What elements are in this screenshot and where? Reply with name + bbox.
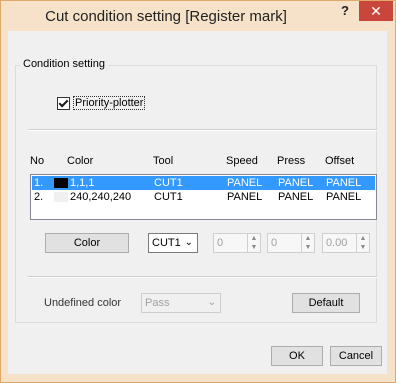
undefined-color-value: Pass bbox=[145, 297, 170, 309]
header-offset: Offset bbox=[325, 155, 355, 167]
row-offset: PANEL bbox=[326, 177, 362, 189]
window-title: Cut condition setting [Register mark] bbox=[45, 8, 287, 25]
default-button[interactable]: Default bbox=[292, 293, 360, 313]
header-tool: Tool bbox=[153, 155, 174, 167]
chevron-down-icon: ⌄ bbox=[207, 297, 216, 308]
color-swatch bbox=[54, 178, 68, 188]
dialog-window: Cut condition setting [Register mark] ? … bbox=[0, 0, 396, 383]
ok-button[interactable]: OK bbox=[271, 346, 323, 366]
row-color: 1,1,1 bbox=[70, 177, 95, 189]
color-button[interactable]: Color bbox=[45, 233, 129, 253]
header-press: Press bbox=[277, 155, 306, 167]
offset-spinner[interactable]: 0.00 ▲ ▼ bbox=[322, 233, 370, 253]
row-press: PANEL bbox=[278, 177, 314, 189]
undefined-color-select[interactable]: Pass ⌄ bbox=[141, 293, 221, 313]
dialog-client-area: Condition setting Priority-plotter No Co… bbox=[8, 31, 387, 374]
row-color: 240,240,240 bbox=[70, 191, 132, 203]
tool-select-value: CUT1 bbox=[152, 237, 181, 249]
group-label: Condition setting bbox=[20, 58, 108, 70]
table-row[interactable]: 1. 1,1,1 CUT1 PANEL PANEL PANEL bbox=[32, 176, 375, 190]
row-no: 2. bbox=[34, 191, 44, 203]
chevron-down-icon: ⌄ bbox=[184, 237, 193, 248]
offset-value: 0.00 bbox=[326, 237, 348, 249]
check-icon bbox=[58, 97, 69, 107]
header-speed: Speed bbox=[226, 155, 258, 167]
title-bar[interactable]: Cut condition setting [Register mark] ? … bbox=[1, 1, 395, 31]
row-offset: PANEL bbox=[326, 191, 362, 203]
undefined-color-label: Undefined color bbox=[44, 297, 122, 309]
press-spinner[interactable]: 0 ▲ ▼ bbox=[267, 233, 315, 253]
speed-value: 0 bbox=[217, 237, 224, 249]
row-speed: PANEL bbox=[227, 177, 263, 189]
divider-bottom bbox=[28, 276, 377, 278]
priority-plotter-checkbox[interactable]: Priority-plotter bbox=[57, 96, 146, 110]
row-no: 1. bbox=[34, 177, 44, 189]
row-press: PANEL bbox=[278, 191, 314, 203]
color-swatch bbox=[54, 192, 68, 202]
header-no: No bbox=[30, 155, 45, 167]
tool-select[interactable]: CUT1 ⌄ bbox=[148, 233, 198, 253]
row-tool: CUT1 bbox=[154, 177, 183, 189]
spin-arrows-icon[interactable]: ▲ ▼ bbox=[301, 234, 314, 252]
close-button[interactable]: ✕ bbox=[359, 1, 393, 21]
condition-list[interactable]: 1. 1,1,1 CUT1 PANEL PANEL PANEL 2. 240,2… bbox=[30, 174, 377, 220]
cancel-button[interactable]: Cancel bbox=[330, 346, 382, 366]
speed-spinner[interactable]: 0 ▲ ▼ bbox=[213, 233, 261, 253]
table-row[interactable]: 2. 240,240,240 CUT1 PANEL PANEL PANEL bbox=[32, 190, 375, 204]
checkbox-label[interactable]: Priority-plotter bbox=[73, 96, 146, 110]
row-speed: PANEL bbox=[227, 191, 263, 203]
row-tool: CUT1 bbox=[154, 191, 183, 203]
divider-top bbox=[28, 129, 377, 131]
checkbox-box[interactable] bbox=[57, 96, 70, 110]
press-value: 0 bbox=[271, 237, 278, 249]
spin-arrows-icon[interactable]: ▲ ▼ bbox=[247, 234, 260, 252]
help-button[interactable]: ? bbox=[335, 1, 355, 21]
spin-arrows-icon[interactable]: ▲ ▼ bbox=[356, 234, 369, 252]
header-color: Color bbox=[67, 155, 94, 167]
